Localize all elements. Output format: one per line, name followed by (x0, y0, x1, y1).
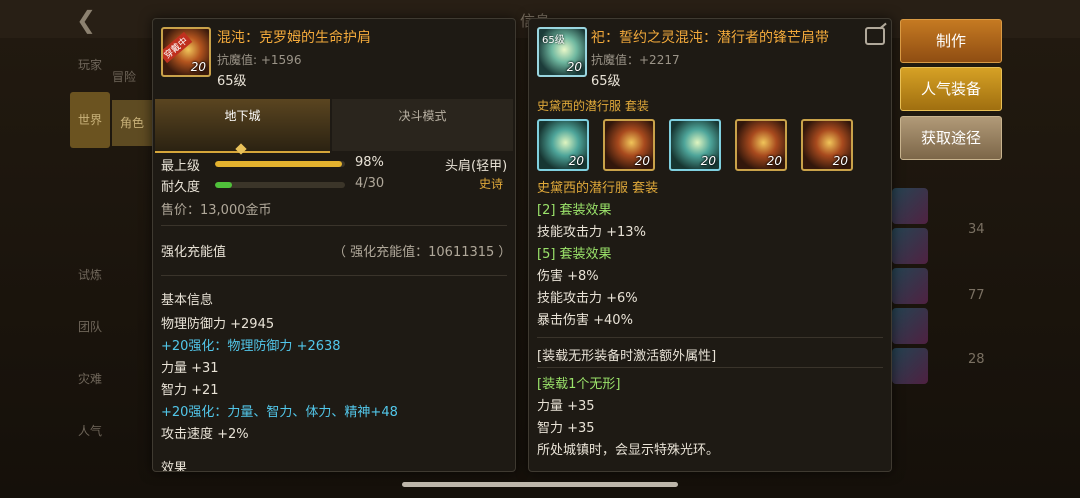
back-arrow-icon[interactable]: ❮ (76, 6, 96, 34)
sell-price: 售价：13,000金币 (161, 203, 272, 218)
background-slot (892, 268, 928, 304)
item-level: 65级 (591, 74, 621, 89)
obtain-route-button[interactable]: 获取途径 (900, 116, 1002, 160)
background-slot (892, 348, 928, 384)
set-name: 史黛西的潜行服 套装 (537, 181, 659, 196)
icon-level: 65级 (542, 35, 565, 46)
background-number: 77 (968, 288, 985, 303)
share-icon[interactable] (865, 27, 885, 45)
equipped-tag: 穿戴中 (163, 31, 193, 64)
tab-dungeon-label: 地下城 (224, 109, 261, 123)
stat-line: [5] 套装效果 (537, 247, 612, 262)
slot-type: 头肩(轻甲) (445, 159, 508, 174)
stat-line: 力量 +35 (537, 399, 595, 414)
tab-duel[interactable]: 决斗模式 (332, 99, 513, 151)
durability-bar (215, 182, 345, 188)
enhance-level: 20 (190, 60, 206, 74)
background-tab-world: 世界 (70, 92, 110, 148)
background-slot (892, 308, 928, 344)
stat-line: +20强化：力量、智力、体力、精神+48 (161, 405, 398, 420)
extra-attr-title: [装载无形装备时激活额外属性] (537, 349, 717, 364)
tab-duel-label: 决斗模式 (398, 109, 447, 123)
background-sidebar-item: 团队 (78, 320, 103, 334)
stat-line: 技能攻击力 +13% (537, 225, 646, 240)
slot-enhance: 20 (700, 154, 716, 168)
divider (161, 225, 507, 226)
enhance-charge-title: 强化充能值 (161, 245, 227, 260)
popular-equipment-button[interactable]: 人气装备 (900, 67, 1002, 111)
compare-item-tooltip: 65级 20 祀：誓约之灵混沌：潜行者的锋芒肩带 抗魔值：+2217 65级 史… (528, 18, 892, 472)
slot-enhance: 20 (568, 154, 584, 168)
stat-line: [装载1个无形] (537, 377, 621, 392)
set-item-slot[interactable]: 20 (735, 119, 787, 171)
grade-bar (215, 161, 345, 167)
effect-title: 效果 (161, 461, 188, 472)
magic-resist: 抗魔值：+2217 (591, 53, 680, 67)
stat-line: 伤害 +8% (537, 269, 599, 284)
craft-button[interactable]: 制作 (900, 19, 1002, 63)
stat-line: 暴击伤害 +40% (537, 313, 633, 328)
grade-bar-fill (215, 161, 343, 167)
divider (537, 367, 883, 368)
shoulder-armor-icon: 穿戴中 20 (161, 27, 211, 77)
background-sidebar-item: 灾难 (78, 372, 103, 386)
background-sidebar-item: 冒险 (112, 70, 137, 84)
set-header: 史黛西的潜行服 套装 (537, 99, 649, 113)
durability-bar-fill (215, 182, 233, 188)
stat-line: 所处城镇时，会显示特殊光环。 (537, 443, 720, 458)
item-level: 65级 (217, 74, 247, 89)
slot-enhance: 20 (832, 154, 848, 168)
background-sidebar-item: 试炼 (78, 268, 103, 282)
divider (537, 337, 883, 338)
equipped-item-tooltip: 穿戴中 20 混沌：克罗姆的生命护肩 抗魔值: +1596 65级 地下城 决斗… (152, 18, 516, 472)
mode-tabs: 地下城 决斗模式 (155, 99, 513, 155)
set-item-slot[interactable]: 20 (801, 119, 853, 171)
home-indicator[interactable] (402, 482, 678, 487)
stat-line: 技能攻击力 +6% (537, 291, 638, 306)
slot-enhance: 20 (766, 154, 782, 168)
durability-label: 耐久度 (161, 180, 201, 195)
background-slot-column (892, 180, 940, 384)
background-number: 28 (968, 352, 985, 367)
grade-value: 98% (355, 155, 384, 170)
stat-line: 物理防御力 +2945 (161, 317, 275, 332)
item-name: 祀：誓约之灵混沌：潜行者的锋芒肩带 (591, 30, 829, 46)
background-sidebar-item: 人气 (78, 424, 103, 438)
background-slot (892, 228, 928, 264)
stat-line: 智力 +35 (537, 421, 595, 436)
shoulder-belt-icon: 65级 20 (537, 27, 587, 77)
magic-resist: 抗魔值: +1596 (217, 53, 302, 67)
stat-line: 攻击速度 +2% (161, 427, 249, 442)
stat-line: [2] 套装效果 (537, 203, 612, 218)
background-slot (892, 188, 928, 224)
divider (161, 275, 507, 276)
basic-info-title: 基本信息 (161, 293, 214, 308)
enhance-level: 20 (566, 60, 582, 74)
durability-value: 4/30 (355, 176, 385, 191)
enhance-charge-value: （ 强化充能值：10611315 ） (333, 245, 512, 260)
grade-label: 最上级 (161, 159, 201, 174)
set-item-slot[interactable]: 20 (537, 119, 589, 171)
item-name: 混沌：克罗姆的生命护肩 (217, 30, 371, 46)
stat-line: 智力 +21 (161, 383, 219, 398)
rarity-label: 史诗 (479, 177, 504, 191)
slot-enhance: 20 (634, 154, 650, 168)
stat-line: 力量 +31 (161, 361, 219, 376)
set-item-slot[interactable]: 20 (669, 119, 721, 171)
set-item-slot[interactable]: 20 (603, 119, 655, 171)
stat-line: +20强化：物理防御力 +2638 (161, 339, 341, 354)
background-tab-role: 角色 (112, 100, 152, 146)
background-number: 34 (968, 222, 985, 237)
background-sidebar-item: 玩家 (78, 58, 103, 72)
